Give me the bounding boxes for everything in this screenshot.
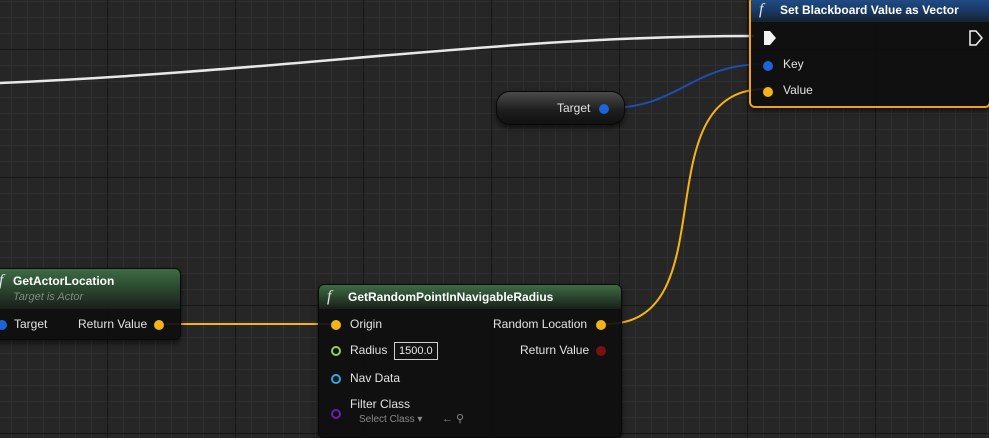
- get-random-point-node[interactable]: f GetRandomPointInNavigableRadius Origin…: [318, 284, 622, 438]
- function-icon: f: [759, 1, 764, 18]
- origin-pin[interactable]: [331, 320, 341, 330]
- target-input-label: Target: [14, 317, 48, 331]
- exec-input-pin[interactable]: [763, 30, 777, 46]
- radius-label: Radius: [350, 343, 388, 357]
- radius-value-input[interactable]: 1500.0: [394, 342, 438, 360]
- return-value-pin[interactable]: [154, 320, 164, 330]
- browse-search-icon[interactable]: ⚲: [456, 412, 464, 425]
- value-pin[interactable]: [763, 87, 773, 97]
- filter-class-pin[interactable]: [331, 409, 341, 419]
- origin-label: Origin: [350, 317, 383, 331]
- filter-class-label: Filter Class: [350, 397, 411, 411]
- function-icon: f: [0, 272, 3, 290]
- target-variable-label: Target: [557, 101, 591, 115]
- target-input-pin[interactable]: [0, 320, 7, 330]
- random-location-label: Random Location: [493, 317, 588, 331]
- set-blackboard-value-node[interactable]: f Set Blackboard Value as Vector Key Val…: [749, 0, 989, 108]
- radius-pin[interactable]: [331, 346, 341, 356]
- nav-data-label: Nav Data: [350, 371, 401, 385]
- random-location-to-value-wire: [605, 88, 767, 325]
- return-value-label: Return Value: [78, 317, 148, 331]
- use-selected-arrow-icon[interactable]: ←: [442, 413, 453, 425]
- node-title: GetRandomPointInNavigableRadius: [348, 290, 554, 304]
- filter-class-select[interactable]: Select Class ▾: [359, 414, 422, 425]
- random-location-pin[interactable]: [596, 320, 606, 330]
- node-title: GetActorLocation: [13, 274, 115, 288]
- value-label: Value: [783, 83, 813, 97]
- target-to-key-wire: [607, 63, 767, 109]
- return-value-label: Return Value: [520, 343, 590, 357]
- node-title: Set Blackboard Value as Vector: [780, 3, 959, 17]
- select-class-text: Select Class: [359, 414, 415, 425]
- get-random-point-header: f GetRandomPointInNavigableRadius: [319, 285, 621, 309]
- key-label: Key: [783, 57, 804, 71]
- function-icon: f: [327, 288, 332, 305]
- get-actor-location-node[interactable]: f GetActorLocation Target is Actor Targe…: [0, 268, 181, 340]
- node-subtitle: Target is Actor: [13, 291, 84, 303]
- exec-output-pin[interactable]: [969, 30, 983, 46]
- set-blackboard-header: f Set Blackboard Value as Vector: [751, 0, 989, 22]
- return-value-pin[interactable]: [596, 346, 606, 356]
- get-actor-location-header: f GetActorLocation Target is Actor: [0, 269, 180, 309]
- chevron-down-icon: ▾: [417, 414, 423, 425]
- target-variable-node[interactable]: Target: [496, 91, 625, 125]
- exec-wire: [0, 34, 755, 85]
- nav-data-pin[interactable]: [331, 374, 341, 384]
- key-pin[interactable]: [763, 61, 773, 71]
- target-variable-pin[interactable]: [599, 104, 609, 114]
